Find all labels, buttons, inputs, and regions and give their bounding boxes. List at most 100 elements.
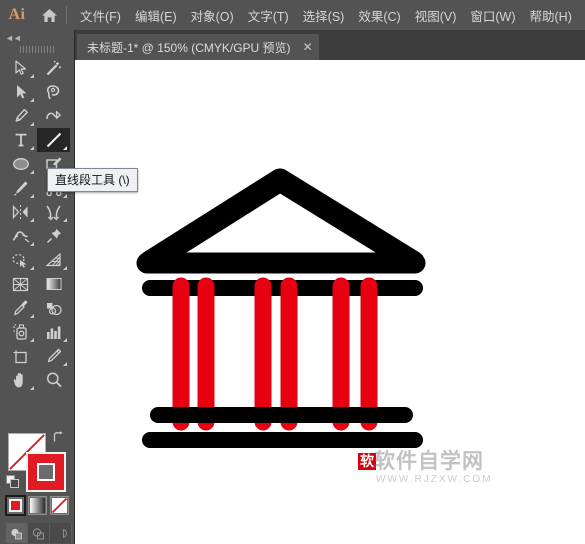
- flyout-indicator-icon: [63, 338, 67, 342]
- eyedropper-tool[interactable]: [4, 296, 37, 320]
- home-icon-svg: [41, 8, 57, 22]
- app-logo: Ai: [8, 6, 26, 23]
- zoom-tool[interactable]: [37, 368, 70, 392]
- flyout-indicator-icon: [30, 314, 34, 318]
- home-icon[interactable]: [34, 8, 64, 23]
- reflect-icon: [12, 204, 28, 220]
- artwork-bank-icon[interactable]: [75, 60, 585, 544]
- none-swatch-button[interactable]: [50, 496, 69, 515]
- tool-grid: [4, 56, 70, 392]
- free-transform-tool[interactable]: [37, 224, 70, 248]
- slice-tool[interactable]: [37, 344, 70, 368]
- draw-inside-mode[interactable]: [50, 523, 72, 543]
- pen-icon: [15, 108, 28, 122]
- tool-tooltip: 直线段工具 (\): [47, 168, 138, 192]
- blend-tool[interactable]: [37, 296, 70, 320]
- width-tool[interactable]: [4, 224, 37, 248]
- direct-arrow-icon: [16, 85, 26, 99]
- draw-normal-mode[interactable]: [6, 523, 28, 543]
- default-fill-stroke-icon[interactable]: [6, 475, 20, 494]
- document-tab-strip: 未标题-1* @ 150% (CMYK/GPU 预览) ✕: [75, 30, 585, 60]
- flyout-indicator-icon: [30, 218, 34, 222]
- color-swatch-button[interactable]: [5, 495, 26, 516]
- selection-tool[interactable]: [4, 56, 37, 80]
- stroke-swatch-inner: [37, 463, 55, 481]
- draw-behind-mode[interactable]: [28, 523, 50, 543]
- flyout-indicator-icon: [63, 194, 67, 198]
- menu-help[interactable]: 帮助(H): [523, 2, 579, 29]
- menu-object[interactable]: 对象(O): [184, 2, 241, 29]
- arrow-cursor-icon: [14, 60, 26, 75]
- menu-bar: Ai 文件(F) 编辑(E) 对象(O) 文字(T) 选择(S) 效果(C) 视…: [0, 0, 585, 30]
- flyout-indicator-icon: [30, 74, 34, 78]
- gradient-tool[interactable]: [37, 272, 70, 296]
- collapse-panel-icon[interactable]: ◄◄: [5, 33, 22, 43]
- pen-tool[interactable]: [4, 104, 37, 128]
- none-slash-icon: [52, 498, 67, 513]
- magnifier-icon: [46, 372, 62, 388]
- shape-builder-tool[interactable]: [4, 248, 37, 272]
- gradient-icon: [46, 278, 61, 290]
- draw-behind-icon: [32, 527, 44, 539]
- curvature-tool[interactable]: [37, 104, 70, 128]
- artboard-icon: [13, 349, 27, 363]
- menu-window[interactable]: 窗口(W): [463, 2, 522, 29]
- artboard-tool[interactable]: [4, 344, 37, 368]
- menu-file[interactable]: 文件(F): [73, 2, 128, 29]
- draw-inside-icon: [63, 528, 67, 538]
- hand-tool[interactable]: [4, 368, 37, 392]
- ellipse-tool[interactable]: [4, 152, 37, 176]
- flyout-indicator-icon: [30, 338, 34, 342]
- width-warp-icon: [12, 231, 29, 243]
- document-tab[interactable]: 未标题-1* @ 150% (CMYK/GPU 预览) ✕: [77, 34, 319, 60]
- type-T-icon: [15, 133, 26, 147]
- hand-icon: [13, 372, 23, 388]
- flyout-indicator-icon: [63, 218, 67, 222]
- gradient-swatch-button[interactable]: [28, 496, 47, 515]
- scale-tool[interactable]: [37, 200, 70, 224]
- symbol-sprayer-tool[interactable]: [4, 320, 37, 344]
- paintbrush-tool[interactable]: [4, 176, 37, 200]
- roof-pediment-shape[interactable]: [138, 168, 425, 274]
- reflect-tool[interactable]: [4, 200, 37, 224]
- flyout-indicator-icon: [30, 122, 34, 126]
- perspective-grid-tool[interactable]: [37, 248, 70, 272]
- flyout-indicator-icon: [63, 146, 67, 150]
- pushpin-icon: [46, 229, 61, 244]
- flyout-indicator-icon: [30, 170, 34, 174]
- type-tool[interactable]: [4, 128, 37, 152]
- column-group[interactable]: [172, 277, 378, 431]
- line-segment-icon: [46, 132, 61, 148]
- lasso-icon: [47, 85, 60, 100]
- magic-wand-tool[interactable]: [37, 56, 70, 80]
- menu-divider: [66, 6, 67, 24]
- line-segment-tool[interactable]: [37, 128, 70, 152]
- drawing-modes: [6, 523, 72, 543]
- lasso-tool[interactable]: [37, 80, 70, 104]
- flyout-indicator-icon: [30, 242, 34, 246]
- swap-fill-stroke-icon[interactable]: [52, 431, 65, 447]
- stroke-swatch[interactable]: [26, 452, 66, 492]
- mesh-tool[interactable]: [4, 272, 37, 296]
- symbol-sprayer-icon: [13, 324, 27, 340]
- ellipse-icon: [12, 158, 29, 170]
- column-graph-tool[interactable]: [37, 320, 70, 344]
- menu-edit[interactable]: 编辑(E): [128, 2, 184, 29]
- canvas-area[interactable]: 软 软件自学网 WWW.RJZXW.COM: [75, 60, 585, 544]
- swap-arrow-icon: [53, 431, 63, 442]
- menu-type[interactable]: 文字(T): [241, 2, 296, 29]
- eyedropper-icon: [13, 300, 27, 316]
- curvature-icon: [46, 110, 61, 120]
- menu-view[interactable]: 视图(V): [408, 2, 464, 29]
- paintbrush-icon: [13, 181, 28, 196]
- direct-selection-tool[interactable]: [4, 80, 37, 104]
- menu-effect[interactable]: 效果(C): [351, 2, 407, 29]
- menu-select[interactable]: 选择(S): [296, 2, 352, 29]
- close-icon[interactable]: ✕: [303, 41, 313, 53]
- default-colors-icon: [6, 475, 19, 488]
- shape-builder-icon: [11, 253, 26, 268]
- blend-icon: [46, 302, 62, 315]
- panel-drag-handle[interactable]: [20, 46, 54, 53]
- flyout-indicator-icon: [63, 362, 67, 366]
- flyout-indicator-icon: [30, 386, 34, 390]
